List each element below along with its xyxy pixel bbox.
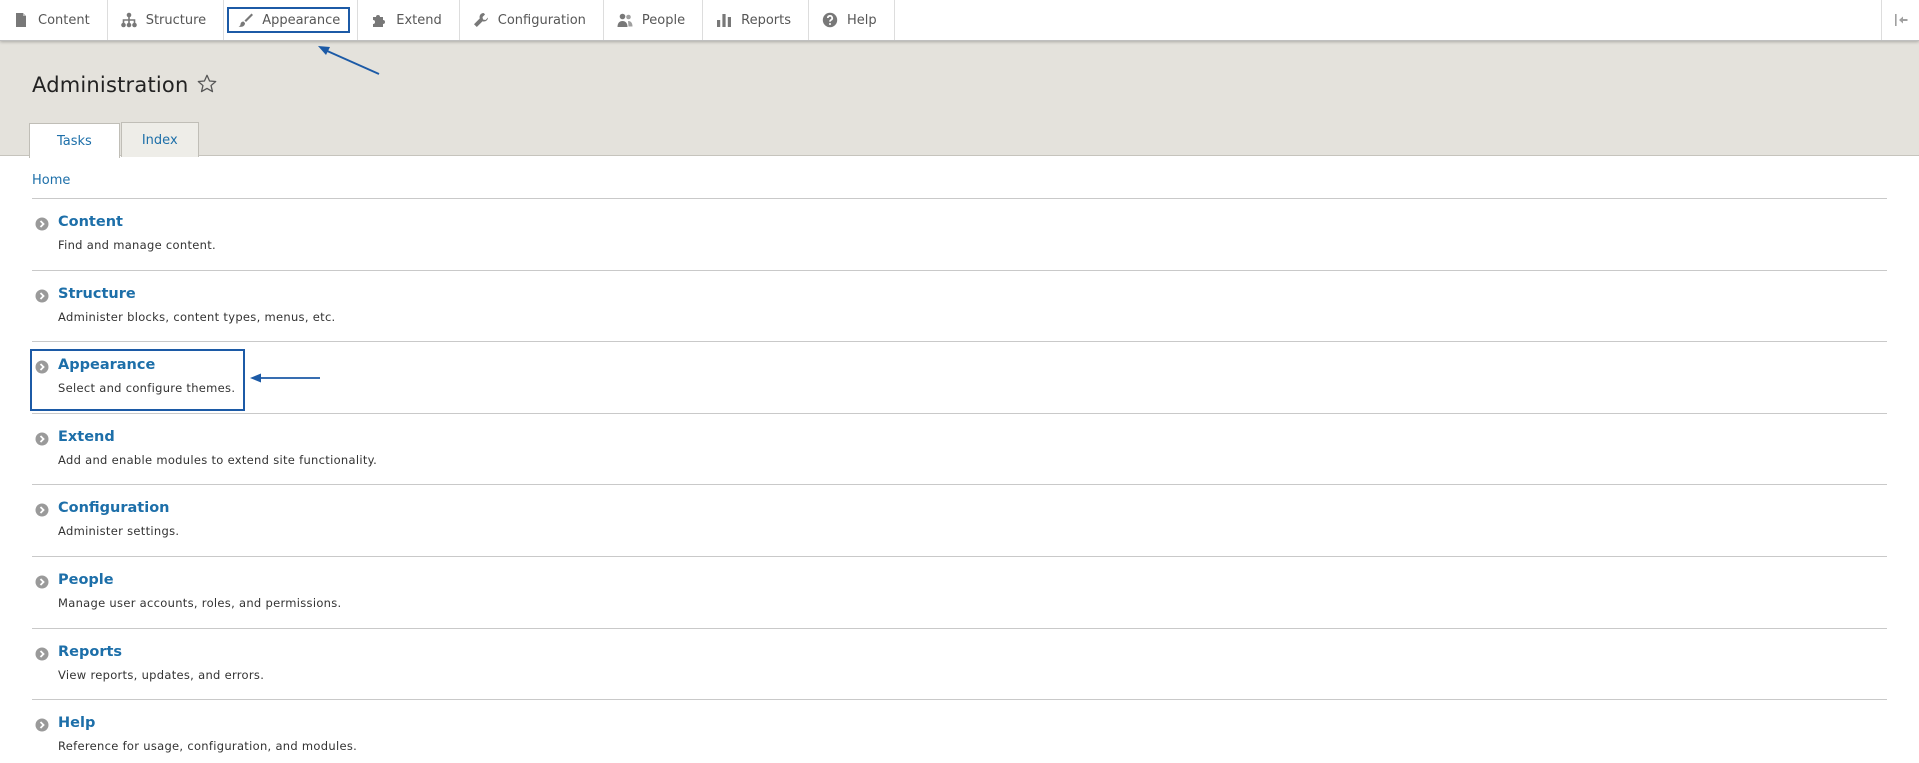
item-description: Find and manage content.	[58, 238, 217, 252]
sitemap-icon	[120, 12, 137, 28]
admin-link-help[interactable]: Help	[58, 715, 95, 731]
list-item-configuration: Configuration Administer settings.	[32, 485, 1887, 557]
page-header: Administration Tasks Index	[0, 41, 1919, 158]
primary-tabs: Tasks Index	[29, 122, 200, 158]
people-icon	[617, 13, 633, 27]
toolbar-item-help[interactable]: Help	[809, 0, 895, 40]
item-description: View reports, updates, and errors.	[58, 667, 265, 682]
admin-task-list: Content Find and manage content. Structu…	[30, 198, 1887, 763]
admin-link-people[interactable]: People	[58, 572, 114, 588]
toolbar-item-appearance[interactable]: Appearance	[224, 0, 359, 40]
chevron-circle-icon	[35, 217, 49, 231]
item-description: Reference for usage, configuration, and …	[58, 739, 358, 754]
chevron-circle-icon	[35, 289, 49, 303]
admin-link-configuration[interactable]: Configuration	[58, 500, 170, 516]
toolbar-item-label: Help	[847, 12, 877, 28]
chevron-circle-icon	[35, 503, 49, 517]
toolbar-item-label: Extend	[396, 12, 442, 28]
list-item-structure: Structure Administer blocks, content typ…	[32, 271, 1887, 343]
list-item-help: Help Reference for usage, configuration,…	[32, 700, 1887, 763]
list-item-content: Content Find and manage content.	[32, 199, 1887, 271]
collapse-arrow-icon	[1894, 14, 1907, 26]
toolbar-item-label: Structure	[145, 12, 207, 28]
admin-link-reports[interactable]: Reports	[58, 644, 122, 660]
toolbar-item-content[interactable]: Content	[0, 0, 108, 40]
tab-index[interactable]: Index	[120, 122, 199, 157]
toolbar-item-label: Appearance	[262, 12, 341, 28]
chevron-circle-icon	[35, 432, 49, 446]
toolbar-collapse-button[interactable]	[1881, 0, 1919, 40]
item-description: Select and configure themes.	[58, 381, 236, 396]
breadcrumb-home-link[interactable]: Home	[32, 173, 70, 188]
wrench-icon	[473, 13, 488, 27]
chevron-circle-icon	[35, 647, 49, 661]
admin-toolbar: Content Structure Appearance Extend Conf…	[0, 0, 1919, 41]
page-title: Administration	[32, 73, 189, 97]
list-item-extend: Extend Add and enable modules to extend …	[32, 414, 1887, 486]
toolbar-item-extend[interactable]: Extend	[358, 0, 460, 40]
list-item-reports: Reports View reports, updates, and error…	[32, 629, 1887, 701]
toolbar-item-label: Reports	[741, 12, 791, 28]
paintbrush-icon	[238, 13, 254, 27]
toolbar-item-reports[interactable]: Reports	[703, 0, 809, 40]
toolbar-item-configuration[interactable]: Configuration	[460, 0, 604, 40]
file-icon	[16, 13, 26, 27]
help-icon	[822, 12, 838, 28]
admin-link-extend[interactable]: Extend	[58, 429, 115, 445]
bar-chart-icon	[717, 14, 732, 27]
toolbar-item-label: Content	[38, 12, 90, 28]
toolbar-item-label: People	[641, 12, 686, 28]
item-description: Administer blocks, content types, menus,…	[58, 309, 336, 324]
toolbar-item-people[interactable]: People	[604, 0, 704, 40]
toolbar-item-structure[interactable]: Structure	[108, 0, 225, 40]
item-description: Manage user accounts, roles, and permiss…	[58, 595, 342, 610]
list-item-appearance: Appearance Select and configure themes.	[30, 342, 1887, 414]
chevron-circle-icon	[35, 360, 49, 374]
chevron-circle-icon	[35, 575, 49, 589]
item-description: Administer settings.	[58, 524, 180, 539]
admin-link-structure[interactable]: Structure	[58, 286, 136, 302]
chevron-circle-icon	[35, 718, 49, 732]
item-description: Add and enable modules to extend site fu…	[58, 452, 378, 467]
tab-tasks[interactable]: Tasks	[29, 123, 120, 158]
toolbar-item-label: Configuration	[497, 12, 586, 28]
puzzle-icon	[373, 15, 386, 27]
admin-link-appearance[interactable]: Appearance	[58, 357, 155, 373]
star-icon[interactable]	[196, 73, 218, 95]
admin-link-content[interactable]: Content	[58, 214, 123, 230]
list-item-people: People Manage user accounts, roles, and …	[32, 557, 1887, 629]
